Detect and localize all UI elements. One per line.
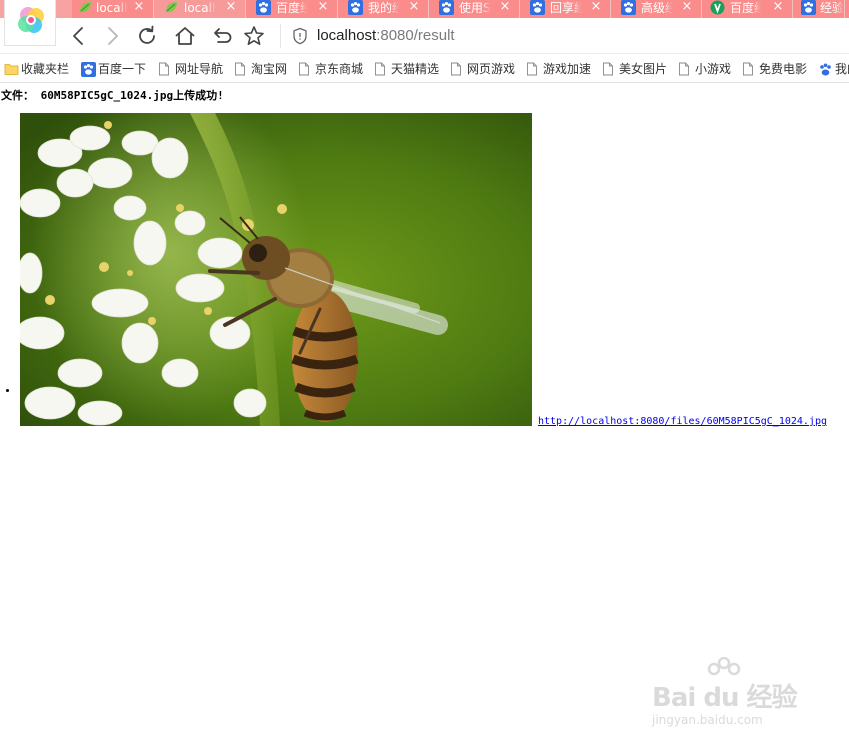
- tab-title: 经验: [820, 1, 844, 15]
- list-bullet: [6, 389, 9, 392]
- page-icon: [375, 62, 385, 76]
- baidu-paw-icon: [801, 0, 816, 15]
- baidu-paw-icon: [621, 0, 636, 15]
- page-content: 文件： 60M58PIC5gC_1024.jpg上传成功! http://loc…: [0, 83, 849, 727]
- address-bar[interactable]: localhost:8080/result: [317, 24, 455, 48]
- bookmark-label: 免费电影: [759, 62, 808, 76]
- uploaded-bee-photo: [20, 113, 532, 426]
- tab-close-icon[interactable]: ×: [681, 0, 693, 15]
- tab-localhost-1[interactable]: localh ×: [72, 0, 154, 18]
- shield-icon[interactable]: [292, 27, 308, 45]
- bookmark-label: 网址导航: [175, 62, 224, 76]
- baidu-paw-icon: [348, 0, 363, 15]
- folder-icon: [4, 64, 19, 75]
- bookmarks-bar: 收藏夹栏 百度一下 网址导航 淘宝网 京东商城 天猫精选 网页游戏 游戏加速 美…: [0, 55, 849, 83]
- tab-title: 回享經: [550, 1, 582, 15]
- forward-button[interactable]: [100, 24, 124, 48]
- home-button[interactable]: [173, 24, 197, 48]
- leaf-icon: [166, 2, 177, 13]
- tab-overflow: [845, 0, 849, 18]
- leaf-icon: [80, 2, 91, 13]
- browser-logo-icon[interactable]: [4, 0, 56, 46]
- tab-title: 我的经: [368, 1, 400, 15]
- refresh-icon: [139, 25, 155, 44]
- page-icon: [451, 62, 461, 76]
- baidu-paw-icon: [256, 0, 271, 15]
- bookmark-label: 我的: [835, 62, 849, 76]
- tab-localhost-2[interactable]: localh ×: [154, 0, 246, 18]
- navigation-toolbar: localhost:8080/result: [0, 18, 849, 54]
- page-icon: [743, 62, 753, 76]
- tab-close-icon[interactable]: ×: [317, 0, 329, 15]
- bookmark-label: 小游戏: [695, 62, 732, 76]
- arrow-left-icon: [73, 27, 83, 45]
- tab-close-icon[interactable]: ×: [225, 0, 237, 15]
- tab-close-icon[interactable]: ×: [590, 0, 602, 15]
- tab-title: localh: [96, 1, 128, 15]
- home-icon: [175, 27, 195, 45]
- bookmark-label: 收藏夹栏: [21, 62, 70, 76]
- bookmark-label: 天猫精选: [391, 62, 440, 76]
- tab-strip: localh × localh × 百度经 × 我的经 ×: [0, 0, 849, 46]
- star-icon: [244, 26, 264, 45]
- undo-close-button[interactable]: [208, 24, 232, 48]
- tab-close-icon[interactable]: ×: [772, 0, 784, 15]
- tab-close-icon[interactable]: ×: [133, 0, 145, 15]
- tab-jingyan[interactable]: 经验: [793, 0, 845, 18]
- browser-logo-svg: [18, 7, 44, 33]
- tab-share-jingyan[interactable]: 回享經 ×: [520, 0, 611, 18]
- page-icon: [299, 62, 309, 76]
- page-icon: [527, 62, 537, 76]
- back-button[interactable]: [67, 24, 91, 48]
- address-path: :8080/result: [376, 27, 455, 44]
- page-icon: [679, 62, 689, 76]
- baidu-paw-icon: [820, 63, 831, 76]
- tab-close-icon[interactable]: ×: [499, 0, 511, 15]
- tab-using-s[interactable]: 使用S ×: [429, 0, 520, 18]
- bookmark-label: 京东商城: [315, 62, 364, 76]
- arrow-right-icon: [108, 27, 118, 45]
- bookmark-label: 百度一下: [98, 62, 147, 76]
- favorite-button[interactable]: [242, 24, 266, 48]
- bookmark-label: 淘宝网: [251, 62, 288, 76]
- refresh-button[interactable]: [135, 24, 159, 48]
- tab-title: 百度经: [276, 1, 308, 15]
- baidu-jingyan-watermark: Bai du 经验 jingyan.baidu.com: [648, 657, 808, 737]
- green-shield-icon: [710, 0, 725, 15]
- undo-icon: [214, 28, 232, 43]
- tab-baidu-jingyan-2[interactable]: 百度经 ×: [702, 0, 793, 18]
- tab-title: 百度经: [730, 1, 762, 15]
- tab-title: 高级经: [641, 1, 673, 15]
- watermark-url: jingyan.baidu.com: [652, 713, 763, 727]
- tab-baidu-jingyan-1[interactable]: 百度经 ×: [246, 0, 338, 18]
- toolbar-divider: [280, 24, 281, 48]
- bookmark-label: 美女图片: [619, 62, 668, 76]
- uploaded-file-link[interactable]: http://localhost:8080/files/60M58PIC5gC_…: [538, 416, 827, 428]
- bookmark-label: 游戏加速: [543, 62, 592, 76]
- tab-close-icon[interactable]: ×: [408, 0, 420, 15]
- bookmark-label: 网页游戏: [467, 62, 516, 76]
- page-icon: [159, 62, 169, 76]
- tab-advanced-jingyan[interactable]: 高级经 ×: [611, 0, 702, 18]
- page-icon: [235, 62, 245, 76]
- tab-title: 使用S: [459, 1, 491, 15]
- tab-title: localh: [184, 1, 216, 15]
- baidu-paw-icon: [439, 0, 454, 15]
- page-icon: [603, 62, 613, 76]
- baidu-paw-icon: [81, 62, 96, 77]
- tab-my-jingyan[interactable]: 我的经 ×: [338, 0, 429, 18]
- address-host: localhost: [317, 27, 377, 44]
- baidu-paw-icon: [530, 0, 545, 15]
- upload-success-message: 文件： 60M58PIC5gC_1024.jpg上传成功!: [1, 89, 224, 102]
- watermark-text: Bai du 经验: [652, 683, 797, 713]
